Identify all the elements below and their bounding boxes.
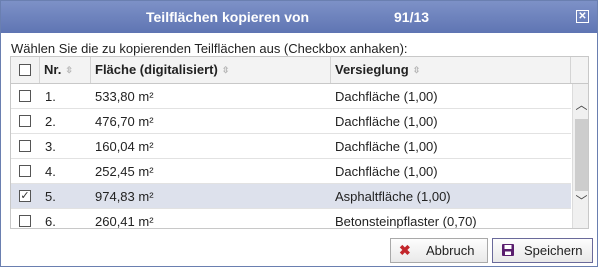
instruction-text: Wählen Sie die zu kopierenden Teilfläche… xyxy=(11,41,408,56)
chevron-up-icon[interactable]: ︿ xyxy=(573,96,588,114)
table-row[interactable]: 2. 476,70 m² Dachfläche (1,00) xyxy=(11,109,571,134)
cell-nr: 6. xyxy=(45,214,56,229)
cell-flaeche: 974,83 m² xyxy=(95,189,154,204)
cell-flaeche: 160,04 m² xyxy=(95,139,154,154)
save-button[interactable]: Speichern xyxy=(492,238,593,263)
row-checkbox[interactable] xyxy=(19,90,31,102)
sort-icon: ⇳ xyxy=(412,65,421,75)
cell-versiegelung: Dachfläche (1,00) xyxy=(335,164,438,179)
cell-nr: 5. xyxy=(45,189,56,204)
cell-versiegelung: Asphaltfläche (1,00) xyxy=(335,189,451,204)
table-row[interactable]: 1. 533,80 m² Dachfläche (1,00) xyxy=(11,84,571,109)
table-row-selected[interactable]: ✓ 5. 974,83 m² Asphaltfläche (1,00) xyxy=(11,184,571,209)
cell-versiegelung: Dachfläche (1,00) xyxy=(335,114,438,129)
row-checkbox-checked[interactable]: ✓ xyxy=(19,190,31,202)
column-header-flaeche-label: Fläche (digitalisiert) xyxy=(95,62,218,77)
cell-flaeche: 476,70 m² xyxy=(95,114,154,129)
close-icon[interactable]: ✕ xyxy=(576,10,589,23)
copy-partial-areas-dialog: Teilflächen kopieren von 91/13 ✕ Wählen … xyxy=(0,0,598,267)
dialog-title: Teilflächen kopieren von xyxy=(146,9,310,25)
cancel-button-label: Abbruch xyxy=(426,243,475,258)
floppy-disk-icon xyxy=(501,243,515,260)
column-header-versiegelung[interactable]: Versieglung ⇳ xyxy=(331,57,571,83)
cell-nr: 2. xyxy=(45,114,56,129)
floppy-disk-svg xyxy=(502,244,514,256)
cell-flaeche: 533,80 m² xyxy=(95,89,154,104)
sort-icon: ⇳ xyxy=(221,65,230,75)
table-row[interactable]: 3. 160,04 m² Dachfläche (1,00) xyxy=(11,134,571,159)
cell-nr: 3. xyxy=(45,139,56,154)
table-row[interactable]: 4. 252,45 m² Dachfläche (1,00) xyxy=(11,159,571,184)
select-all-cell xyxy=(11,57,40,83)
cancel-button[interactable]: ✖ Abbruch xyxy=(390,238,488,263)
vertical-scrollbar[interactable]: ︿ ﹀ xyxy=(572,84,588,228)
save-button-label: Speichern xyxy=(524,243,583,258)
cell-flaeche: 252,45 m² xyxy=(95,164,154,179)
row-checkbox[interactable] xyxy=(19,165,31,177)
cell-nr: 1. xyxy=(45,89,56,104)
header-scroll-corner xyxy=(571,57,588,84)
row-checkbox[interactable] xyxy=(19,140,31,152)
column-header-versiegelung-label: Versieglung xyxy=(335,62,409,77)
x-icon: ✖ xyxy=(399,242,411,258)
column-header-nr-label: Nr. xyxy=(44,62,62,77)
column-header-flaeche[interactable]: Fläche (digitalisiert) ⇳ xyxy=(91,57,331,83)
cell-nr: 4. xyxy=(45,164,56,179)
cell-versiegelung: Dachfläche (1,00) xyxy=(335,89,438,104)
dialog-titlebar: Teilflächen kopieren von 91/13 ✕ xyxy=(1,1,597,33)
chevron-down-icon[interactable]: ﹀ xyxy=(573,192,588,210)
dialog-title-parcel-id: 91/13 xyxy=(394,9,430,25)
table-row[interactable]: 6. 260,41 m² Betonsteinpflaster (0,70) xyxy=(11,209,571,229)
scrollbar-thumb[interactable] xyxy=(575,119,588,191)
row-checkbox[interactable] xyxy=(19,215,31,227)
cell-versiegelung: Dachfläche (1,00) xyxy=(335,139,438,154)
cell-flaeche: 260,41 m² xyxy=(95,214,154,229)
select-all-checkbox[interactable] xyxy=(19,64,31,76)
partial-areas-table: Nr. ⇳ Fläche (digitalisiert) ⇳ Versieglung… xyxy=(10,56,589,229)
cell-versiegelung: Betonsteinpflaster (0,70) xyxy=(335,214,477,229)
sort-icon: ⇳ xyxy=(65,65,73,75)
table-header: Nr. ⇳ Fläche (digitalisiert) ⇳ Versieglung… xyxy=(11,57,571,84)
column-header-nr[interactable]: Nr. ⇳ xyxy=(40,57,91,83)
row-checkbox[interactable] xyxy=(19,115,31,127)
